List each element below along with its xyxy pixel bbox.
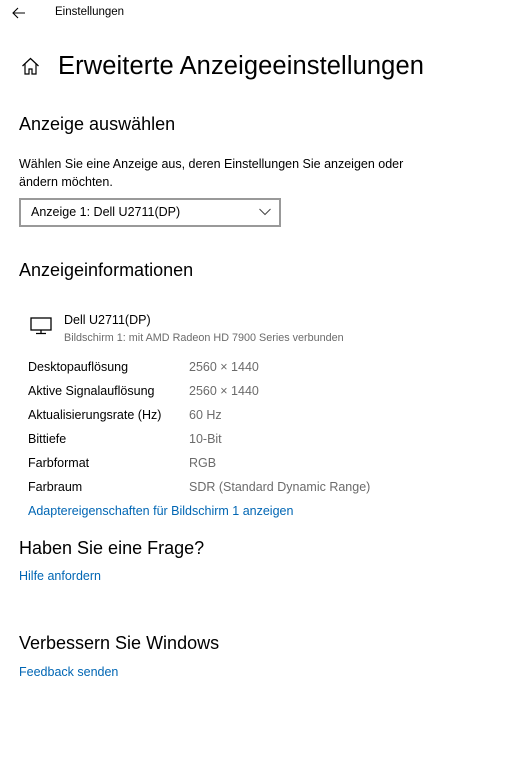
info-label: Aktualisierungsrate (Hz) xyxy=(28,408,162,422)
info-row-desktop-resolution: Desktopauflösung 2560 × 1440 xyxy=(28,359,428,383)
info-label: Aktive Signalauflösung xyxy=(28,384,155,398)
send-feedback-link[interactable]: Feedback senden xyxy=(19,665,118,679)
info-value: 2560 × 1440 xyxy=(189,360,259,374)
monitor-name: Dell U2711(DP) xyxy=(64,313,151,327)
info-row-color-space: Farbraum SDR (Standard Dynamic Range) xyxy=(28,479,428,503)
display-select-value: Anzeige 1: Dell U2711(DP) xyxy=(31,205,181,219)
adapter-properties-link[interactable]: Adaptereigenschaften für Bildschirm 1 an… xyxy=(28,504,293,518)
info-value: 60 Hz xyxy=(189,408,222,422)
select-display-description: Wählen Sie eine Anzeige aus, deren Einst… xyxy=(19,157,404,189)
info-label: Farbformat xyxy=(28,456,90,470)
monitor-icon xyxy=(30,317,52,335)
display-info-table: Desktopauflösung 2560 × 1440 Aktive Sign… xyxy=(28,359,428,503)
select-display-heading: Anzeige auswählen xyxy=(19,114,176,134)
info-label: Desktopauflösung xyxy=(28,360,129,374)
app-title: Einstellungen xyxy=(55,6,125,18)
display-info-heading: Anzeigeinformationen xyxy=(19,260,194,280)
info-value: 10-Bit xyxy=(189,432,222,446)
info-value: SDR (Standard Dynamic Range) xyxy=(189,480,371,494)
home-icon[interactable] xyxy=(20,56,40,76)
info-row-bit-depth: Bittiefe 10-Bit xyxy=(28,431,428,455)
title-bar: Einstellungen xyxy=(0,0,527,28)
page-header: Erweiterte Anzeigeeinstellungen xyxy=(20,50,424,82)
info-label: Bittiefe xyxy=(28,432,67,446)
monitor-subtitle: Bildschirm 1: mit AMD Radeon HD 7900 Ser… xyxy=(64,332,344,344)
display-select-dropdown[interactable]: Anzeige 1: Dell U2711(DP) xyxy=(19,198,281,227)
info-label: Farbraum xyxy=(28,480,83,494)
back-arrow-icon xyxy=(12,7,25,19)
chevron-down-icon xyxy=(259,208,271,216)
info-row-refresh-rate: Aktualisierungsrate (Hz) 60 Hz xyxy=(28,407,428,431)
page-title: Erweiterte Anzeigeeinstellungen xyxy=(58,51,425,80)
get-help-link[interactable]: Hilfe anfordern xyxy=(19,569,101,583)
info-value: RGB xyxy=(189,456,217,470)
back-button[interactable] xyxy=(8,3,30,23)
settings-window: Einstellungen Erweiterte Anzeigeeinstell… xyxy=(0,0,527,774)
info-value: 2560 × 1440 xyxy=(189,384,259,398)
info-row-active-signal-resolution: Aktive Signalauflösung 2560 × 1440 xyxy=(28,383,428,407)
question-heading: Haben Sie eine Frage? xyxy=(19,538,205,558)
info-row-color-format: Farbformat RGB xyxy=(28,455,428,479)
improve-windows-heading: Verbessern Sie Windows xyxy=(19,633,220,653)
